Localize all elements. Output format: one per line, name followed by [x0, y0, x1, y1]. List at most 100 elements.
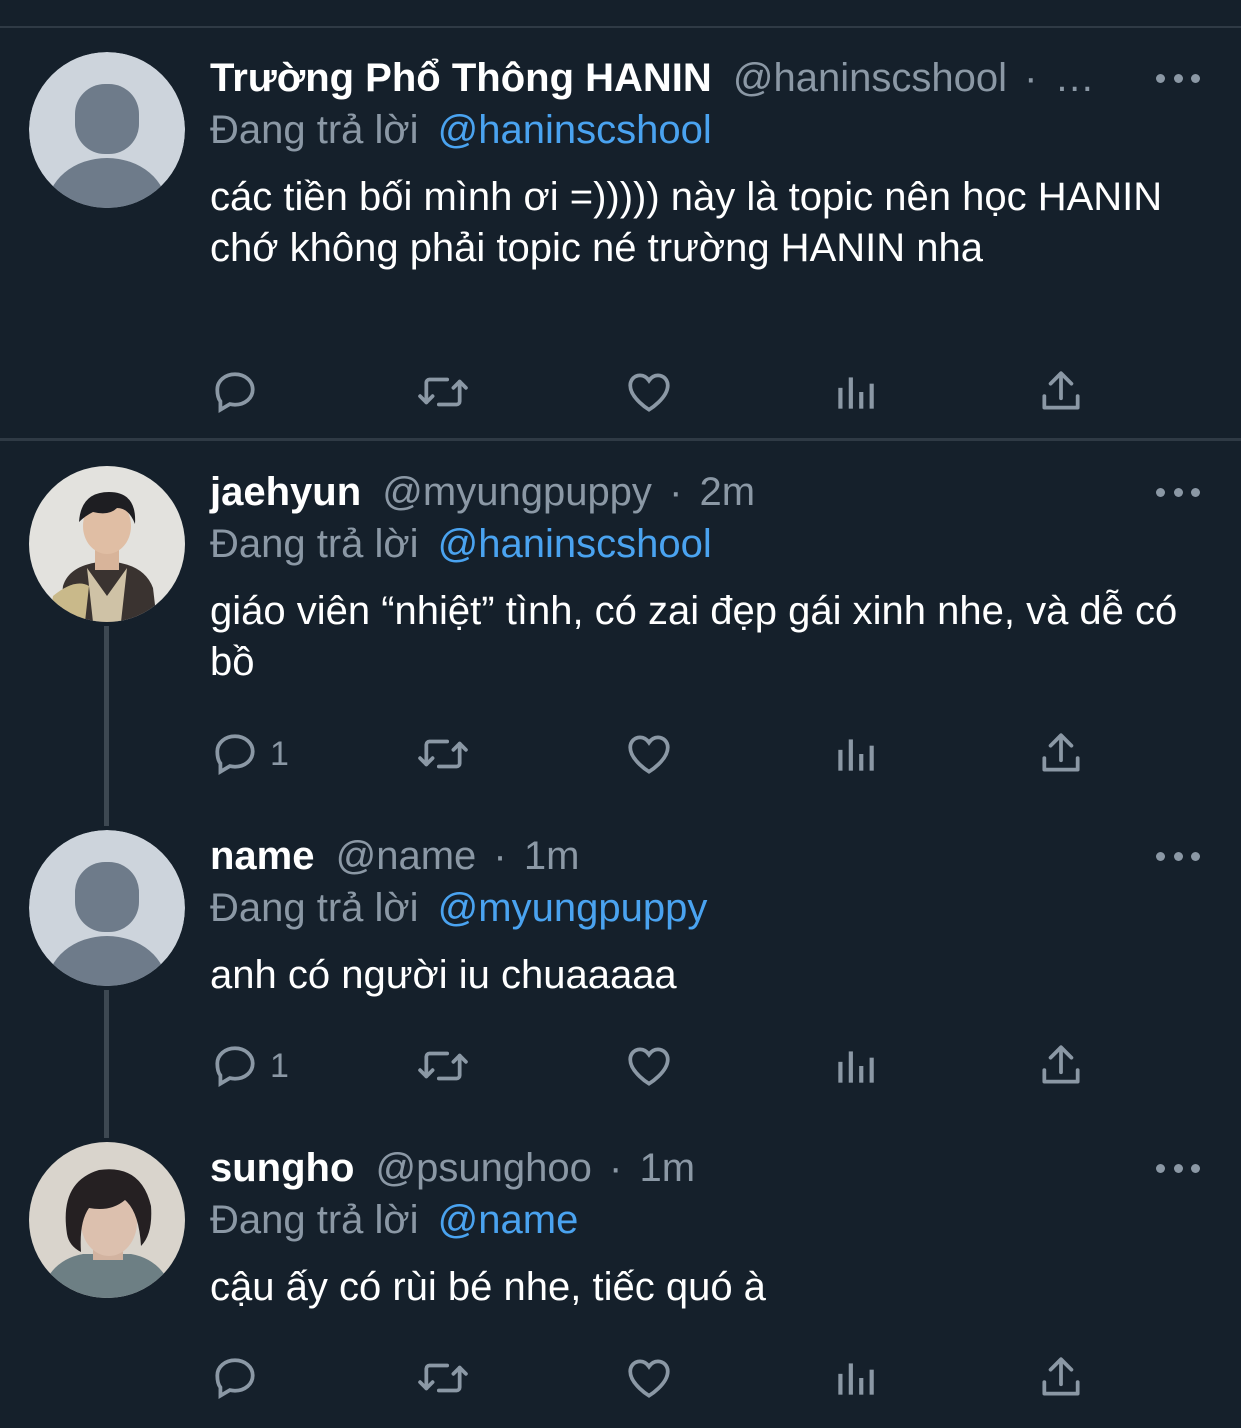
- tweet[interactable]: Trường Phổ Thông HANIN @haninscshool · ……: [0, 52, 1241, 432]
- separator-dot: ·: [493, 834, 507, 878]
- share-button[interactable]: [1036, 729, 1086, 779]
- display-name[interactable]: name: [210, 834, 315, 878]
- analytics-button[interactable]: [830, 1041, 880, 1091]
- tweet[interactable]: name @name · 1m Đang trả lời @myungpuppy…: [0, 830, 1241, 1120]
- tweet-text: giáo viên “nhiệt” tình, có zai đẹp gái x…: [210, 589, 1178, 684]
- action-bar: [210, 1353, 1110, 1403]
- display-name[interactable]: Trường Phổ Thông HANIN: [210, 56, 712, 100]
- avatar[interactable]: [29, 1142, 185, 1298]
- tweet[interactable]: jaehyun @myungpuppy · 2m Đang trả lời @h…: [0, 466, 1241, 806]
- action-bar: [210, 367, 1110, 417]
- more-options-button[interactable]: [1156, 66, 1200, 90]
- tweet-header: jaehyun @myungpuppy · 2m: [210, 466, 755, 518]
- tweet[interactable]: sungho @psunghoo · 1m Đang trả lời @name…: [0, 1142, 1241, 1422]
- avatar[interactable]: [29, 52, 185, 208]
- reply-button[interactable]: [210, 367, 270, 417]
- share-upload-icon: [1042, 371, 1080, 410]
- retweet-button[interactable]: [415, 367, 471, 417]
- speech-bubble-icon: [215, 1358, 255, 1400]
- ellipsis-icon: [1156, 1163, 1165, 1173]
- share-button[interactable]: [1036, 1041, 1086, 1091]
- like-button[interactable]: [624, 729, 674, 779]
- user-handle[interactable]: @haninscshool: [733, 56, 1007, 100]
- tweet-header: sungho @psunghoo · 1m: [210, 1142, 695, 1194]
- timestamp[interactable]: …: [1055, 56, 1095, 100]
- top-divider: [0, 26, 1241, 28]
- timestamp[interactable]: 1m: [639, 1146, 695, 1190]
- more-options-button[interactable]: [1156, 1156, 1200, 1180]
- reply-prefix: Đang trả lời: [210, 522, 419, 566]
- reply-button[interactable]: [210, 1353, 270, 1403]
- tweet-header: Trường Phổ Thông HANIN @haninscshool · …: [210, 52, 1095, 104]
- retweet-icon: [418, 1051, 468, 1081]
- user-handle[interactable]: @myungpuppy: [382, 470, 652, 514]
- reply-prefix: Đang trả lời: [210, 1198, 419, 1242]
- analytics-button[interactable]: [830, 367, 880, 417]
- share-upload-icon: [1042, 1045, 1080, 1084]
- heart-icon: [628, 735, 670, 774]
- tweet-header: name @name · 1m: [210, 830, 579, 882]
- avatar[interactable]: [29, 830, 185, 986]
- bar-chart-icon: [838, 377, 874, 409]
- replying-to: Đang trả lời @myungpuppy: [210, 882, 707, 934]
- reply-prefix: Đang trả lời: [210, 886, 419, 930]
- reply-count: 1: [270, 1046, 289, 1085]
- ellipsis-icon: [1156, 487, 1165, 497]
- profile-photo-icon: [29, 466, 185, 622]
- share-upload-icon: [1042, 733, 1080, 772]
- replying-to: Đang trả lời @haninscshool: [210, 104, 712, 156]
- more-options-button[interactable]: [1156, 480, 1200, 504]
- display-name[interactable]: jaehyun: [210, 470, 361, 514]
- reply-button[interactable]: 1: [210, 1041, 289, 1091]
- ellipsis-icon: [1156, 851, 1165, 861]
- ellipsis-icon: [1156, 73, 1165, 83]
- reply-mention-link[interactable]: @haninscshool: [438, 108, 712, 152]
- reply-count: 1: [270, 734, 289, 773]
- action-bar: 1: [210, 1041, 1110, 1091]
- user-handle[interactable]: @psunghoo: [376, 1146, 592, 1190]
- share-button[interactable]: [1036, 1353, 1086, 1403]
- like-button[interactable]: [624, 367, 674, 417]
- default-avatar-icon: [29, 52, 185, 208]
- timestamp[interactable]: 2m: [700, 470, 756, 514]
- reply-button[interactable]: 1: [210, 729, 289, 779]
- replying-to: Đang trả lời @haninscshool: [210, 518, 712, 570]
- bar-chart-icon: [838, 1051, 874, 1083]
- speech-bubble-icon: [215, 372, 255, 414]
- more-options-button[interactable]: [1156, 844, 1200, 868]
- analytics-button[interactable]: [830, 729, 880, 779]
- speech-bubble-icon: [215, 1046, 255, 1088]
- bar-chart-icon: [838, 739, 874, 771]
- retweet-button[interactable]: [415, 1353, 471, 1403]
- replying-to: Đang trả lời @name: [210, 1194, 578, 1246]
- bar-chart-icon: [838, 1363, 874, 1395]
- retweet-icon: [418, 1363, 468, 1393]
- heart-icon: [628, 1047, 670, 1086]
- tweet-text: anh có người iu chuaaaaa: [210, 953, 677, 997]
- user-handle[interactable]: @name: [336, 834, 477, 878]
- heart-icon: [628, 373, 670, 412]
- reply-mention-link[interactable]: @haninscshool: [438, 522, 712, 566]
- tweet-text: cậu ấy có rùi bé nhe, tiếc quó à: [210, 1265, 766, 1309]
- share-upload-icon: [1042, 1357, 1080, 1396]
- reply-mention-link[interactable]: @myungpuppy: [438, 886, 708, 930]
- share-button[interactable]: [1036, 367, 1086, 417]
- timestamp[interactable]: 1m: [524, 834, 580, 878]
- display-name[interactable]: sungho: [210, 1146, 354, 1190]
- separator-dot: ·: [609, 1146, 623, 1190]
- tweet-divider: [0, 438, 1241, 441]
- retweet-button[interactable]: [415, 729, 471, 779]
- tweet-text: các tiền bối mình ơi =))))) này là topic…: [210, 175, 1163, 270]
- like-button[interactable]: [624, 1041, 674, 1091]
- reply-mention-link[interactable]: @name: [438, 1198, 579, 1242]
- reply-prefix: Đang trả lời: [210, 108, 419, 152]
- retweet-button[interactable]: [415, 1041, 471, 1091]
- heart-icon: [628, 1359, 670, 1398]
- like-button[interactable]: [624, 1353, 674, 1403]
- separator-dot: ·: [1024, 56, 1038, 100]
- analytics-button[interactable]: [830, 1353, 880, 1403]
- action-bar: 1: [210, 729, 1110, 779]
- avatar[interactable]: [29, 466, 185, 622]
- retweet-icon: [418, 739, 468, 769]
- retweet-icon: [418, 377, 468, 407]
